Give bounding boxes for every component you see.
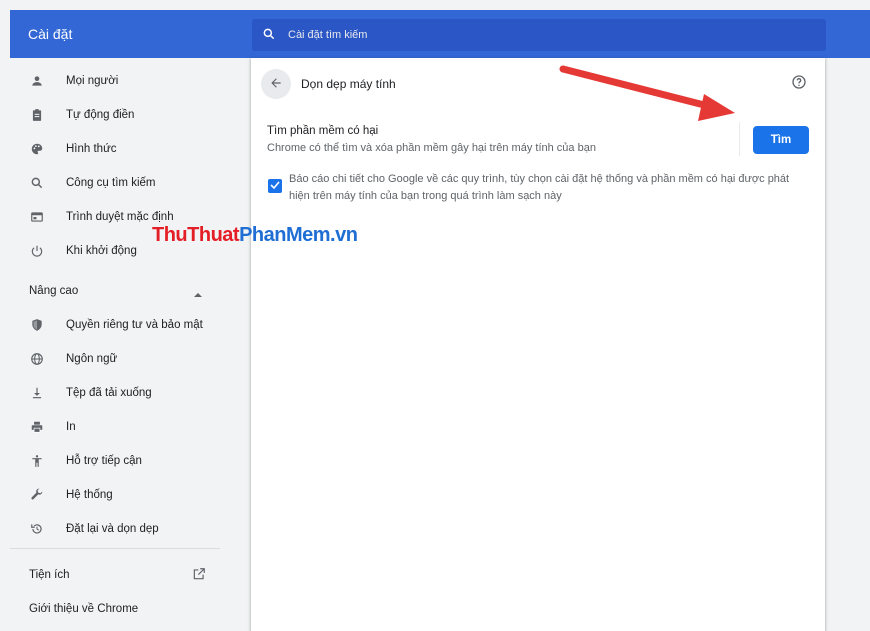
sidebar-item-label: Giới thiệu về Chrome: [29, 603, 139, 615]
sidebar-item-printing[interactable]: In: [10, 412, 235, 442]
report-checkbox[interactable]: [268, 179, 282, 193]
sidebar-item-label: Hệ thống: [66, 489, 113, 501]
page-title: Dọn dẹp máy tính: [301, 77, 396, 91]
sidebar-item-appearance[interactable]: Hình thức: [10, 134, 235, 164]
sidebar: Mọi người Tự động điền Hình thức Công cụ…: [10, 58, 235, 631]
person-icon: [29, 73, 45, 89]
app-header: Cài đặt: [10, 10, 870, 58]
watermark-part2: PhanMem.vn: [239, 224, 358, 246]
cleanup-card: Dọn dẹp máy tính Tìm phần mềm có hại Chr…: [251, 58, 825, 631]
row-separator: [739, 122, 740, 156]
sidebar-item-about-chrome[interactable]: Giới thiệu về Chrome: [10, 596, 220, 624]
search-icon: [262, 27, 276, 44]
sidebar-item-label: Tiện ích: [29, 569, 70, 581]
sidebar-item-search-engine[interactable]: Công cụ tìm kiếm: [10, 168, 235, 198]
sidebar-item-privacy[interactable]: Quyền riêng tư và bảo mật: [10, 310, 235, 340]
sidebar-divider: [10, 548, 220, 549]
app-title: Cài đặt: [28, 26, 73, 42]
checkmark-icon: [269, 179, 281, 194]
watermark-part1: ThuThuat: [152, 224, 240, 246]
sidebar-item-accessibility[interactable]: Hỗ trợ tiếp cận: [10, 446, 235, 476]
sidebar-item-reset[interactable]: Đặt lại và dọn dẹp: [10, 514, 235, 544]
find-harmful-description: Chrome có thể tìm và xóa phần mềm gây hạ…: [267, 142, 596, 154]
sidebar-item-label: In: [66, 421, 76, 433]
sidebar-item-label: Tệp đã tải xuống: [66, 387, 152, 399]
restore-icon: [29, 521, 45, 537]
clipboard-icon: [29, 107, 45, 123]
wrench-icon: [29, 487, 45, 503]
arrow-back-icon: [269, 76, 283, 93]
search-icon: [29, 175, 45, 191]
globe-icon: [29, 351, 45, 367]
watermark: ThuThuatPhanMem.vn: [152, 224, 358, 247]
browser-icon: [29, 209, 45, 225]
sidebar-item-languages[interactable]: Ngôn ngữ: [10, 344, 235, 374]
sidebar-item-label: Đặt lại và dọn dẹp: [66, 523, 159, 535]
sidebar-item-label: Hỗ trợ tiếp cận: [66, 455, 142, 467]
search-input[interactable]: [288, 19, 808, 51]
accessibility-icon: [29, 453, 45, 469]
sidebar-item-label: Công cụ tìm kiếm: [66, 177, 156, 189]
download-icon: [29, 385, 45, 401]
search-box[interactable]: [252, 19, 826, 51]
power-icon: [29, 243, 45, 259]
sidebar-item-label: Quyền riêng tư và bảo mật: [66, 319, 203, 331]
sidebar-item-system[interactable]: Hệ thống: [10, 480, 235, 510]
chevron-up-icon: [194, 287, 202, 301]
sidebar-item-label: Mọi người: [66, 75, 119, 87]
advanced-section-toggle[interactable]: Nâng cao: [10, 276, 220, 306]
sidebar-item-label: Ngôn ngữ: [66, 353, 118, 365]
sidebar-item-label: Tự động điền: [66, 109, 135, 121]
sidebar-item-downloads[interactable]: Tệp đã tải xuống: [10, 378, 235, 408]
advanced-label: Nâng cao: [29, 285, 79, 297]
sidebar-item-people[interactable]: Mọi người: [10, 66, 235, 96]
printer-icon: [29, 419, 45, 435]
sidebar-item-label: Hình thức: [66, 143, 117, 155]
find-button[interactable]: Tìm: [753, 126, 809, 154]
sidebar-item-label: Khi khởi động: [66, 245, 137, 257]
find-harmful-title: Tìm phần mềm có hại: [267, 125, 379, 137]
sidebar-item-extensions[interactable]: Tiện ích: [10, 558, 220, 592]
palette-icon: [29, 141, 45, 157]
open-in-new-icon: [192, 567, 206, 584]
report-description: Báo cáo chi tiết cho Google về các quy t…: [289, 173, 790, 202]
shield-icon: [29, 317, 45, 333]
help-icon[interactable]: [791, 74, 807, 93]
sidebar-item-autofill[interactable]: Tự động điền: [10, 100, 235, 130]
back-button[interactable]: [261, 69, 291, 99]
sidebar-item-label: Trình duyệt mặc định: [66, 211, 174, 223]
